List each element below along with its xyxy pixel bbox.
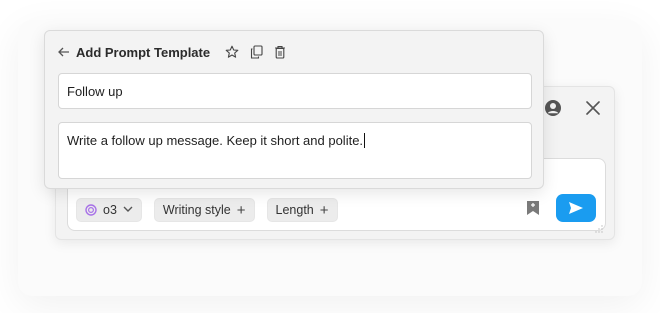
back-arrow-icon[interactable] (58, 45, 70, 60)
chevron-down-icon (123, 205, 133, 216)
header-icons (224, 44, 288, 60)
template-name-field[interactable]: Follow up (58, 73, 532, 109)
writing-style-label: Writing style (162, 203, 231, 217)
resize-grip-icon[interactable] (595, 220, 603, 233)
card-header: Add Prompt Template (58, 43, 288, 61)
send-button[interactable] (556, 194, 596, 222)
composer-top-icons (542, 97, 604, 119)
model-selector-chip[interactable]: o3 (76, 198, 142, 222)
model-label: o3 (103, 203, 117, 217)
model-orb-icon (85, 204, 97, 216)
composer-chips: o3 Writing style + Length + (76, 198, 338, 222)
template-name-value: Follow up (67, 83, 123, 99)
plus-icon: + (236, 201, 246, 219)
template-body-field[interactable]: Write a follow up message. Keep it short… (58, 122, 532, 179)
composer-actions (522, 194, 596, 222)
close-icon[interactable] (582, 97, 604, 119)
bookmark-icon[interactable] (522, 197, 544, 219)
stage: o3 Writing style + Length + Add Prompt T… (0, 0, 660, 313)
prompt-template-card: Add Prompt Template Follow up Write a fo… (44, 30, 544, 189)
template-body-value: Write a follow up message. Keep it short… (67, 133, 364, 148)
length-chip[interactable]: Length + (266, 198, 338, 222)
copy-icon[interactable] (248, 44, 264, 60)
plus-icon: + (319, 201, 329, 219)
send-icon (569, 202, 583, 214)
account-icon[interactable] (542, 97, 564, 119)
writing-style-chip[interactable]: Writing style + (153, 198, 255, 222)
text-caret (364, 133, 366, 148)
star-icon[interactable] (224, 44, 240, 60)
trash-icon[interactable] (272, 44, 288, 60)
length-label: Length (275, 203, 314, 217)
card-title: Add Prompt Template (76, 44, 211, 60)
